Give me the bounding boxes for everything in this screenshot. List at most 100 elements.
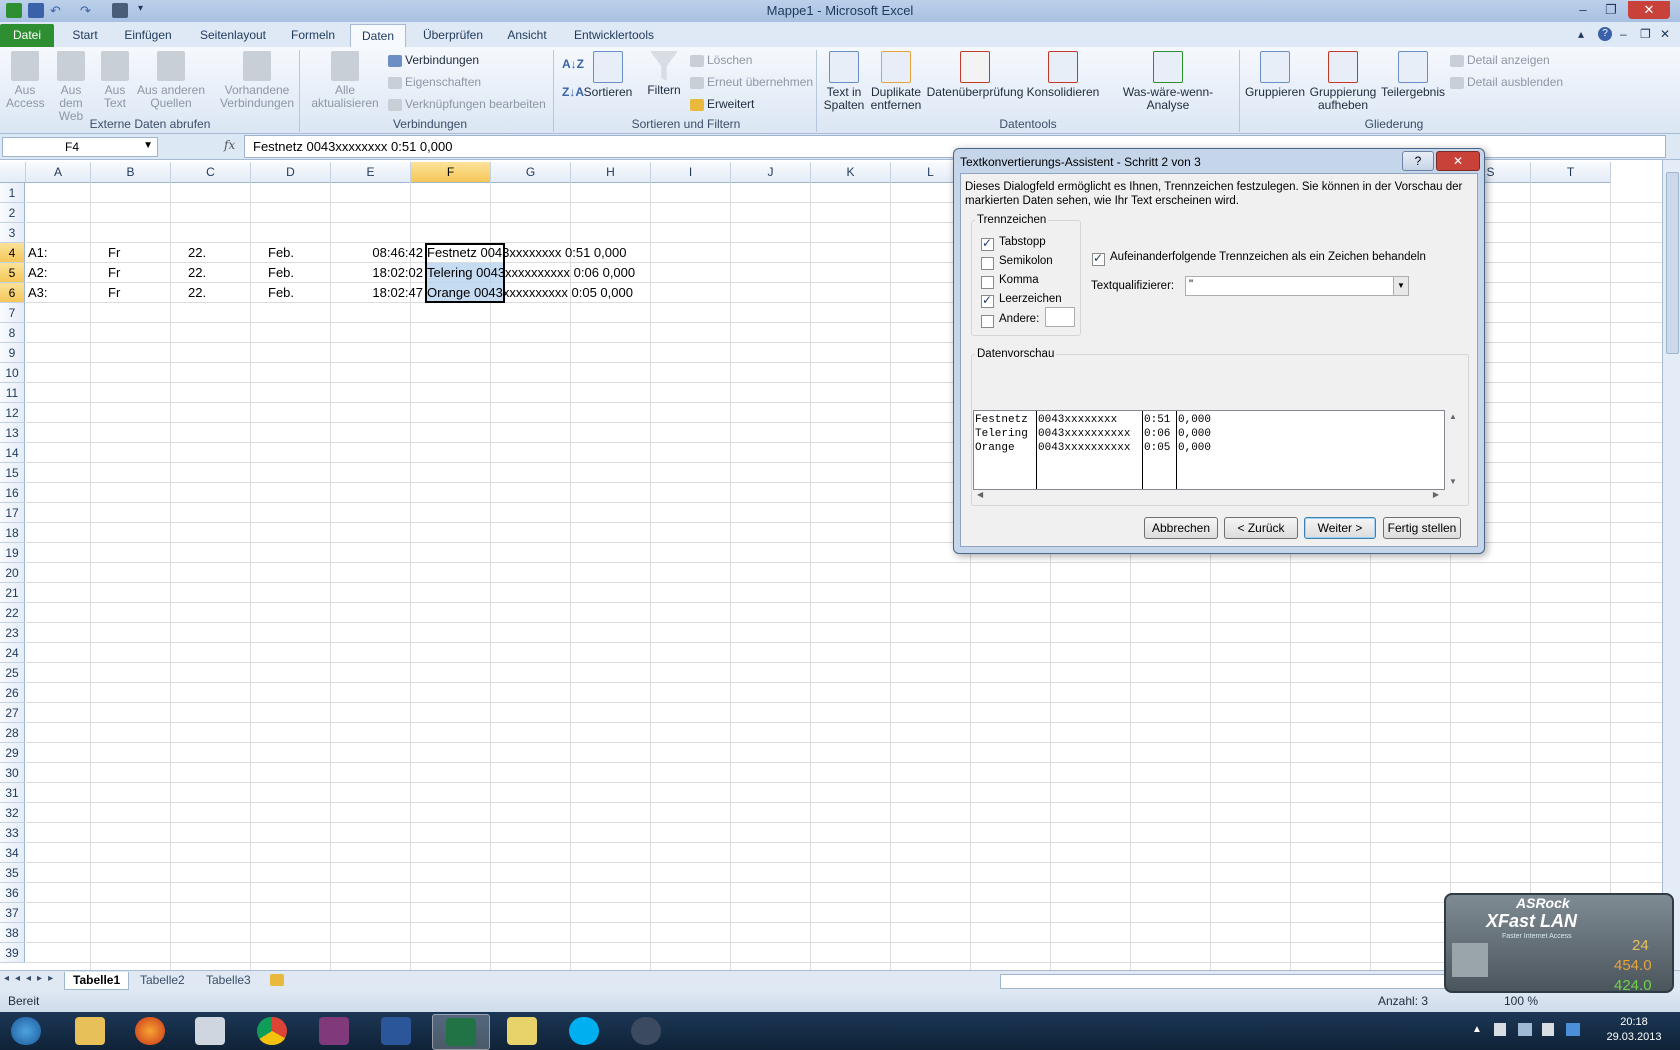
taskbar-calculator[interactable] — [182, 1014, 238, 1048]
row-header-18[interactable]: 18 — [0, 523, 25, 543]
semikolon-checkbox[interactable] — [981, 257, 994, 270]
cell-d4[interactable]: Feb. — [268, 243, 294, 263]
row-header-17[interactable]: 17 — [0, 503, 25, 523]
restore-button[interactable]: ❐ — [1598, 1, 1624, 19]
cell-b6[interactable]: Fr — [108, 283, 120, 303]
select-all-corner[interactable] — [0, 162, 26, 183]
leerzeichen-checkbox[interactable] — [981, 293, 994, 308]
tab-datei[interactable]: Datei — [0, 24, 54, 47]
vorhandene-verbindungen-button[interactable]: Vorhandene Verbindungen — [216, 51, 298, 110]
verknuepfungen-bearbeiten-button[interactable]: Verknüpfungen bearbeiten — [388, 95, 546, 113]
taskbar-word[interactable] — [368, 1014, 424, 1048]
help-icon[interactable]: ? — [1598, 27, 1612, 41]
column-header-f[interactable]: F — [411, 162, 491, 183]
workbook-restore-button[interactable]: ❐ — [1640, 27, 1651, 41]
tab-seitenlayout[interactable]: Seitenlayout — [194, 24, 272, 47]
row-header-24[interactable]: 24 — [0, 643, 25, 663]
row-header-8[interactable]: 8 — [0, 323, 25, 343]
tray-expand-icon[interactable]: ▲ — [1472, 1024, 1482, 1035]
row-header-6[interactable]: 6 — [0, 283, 25, 303]
row-header-1[interactable]: 1 — [0, 183, 25, 203]
erneut-uebernehmen-button[interactable]: Erneut übernehmen — [690, 73, 813, 91]
row-header-21[interactable]: 21 — [0, 583, 25, 603]
column-header-c[interactable]: C — [171, 162, 251, 183]
taskbar-steam[interactable] — [618, 1014, 674, 1048]
asrock-xfast-widget[interactable]: ASRock XFast LAN Faster Internet Access … — [1436, 885, 1680, 1005]
aus-anderen-quellen-button[interactable]: Aus anderen Quellen — [136, 51, 206, 110]
preview-vscroll[interactable]: ▲ ▼ — [1449, 410, 1461, 488]
cell-e5[interactable]: 18:02:02 — [346, 263, 423, 283]
tab-formeln[interactable]: Formeln — [286, 24, 340, 47]
minimize-button[interactable]: – — [1570, 1, 1596, 19]
row-header-30[interactable]: 30 — [0, 763, 25, 783]
column-header-i[interactable]: I — [651, 162, 731, 183]
cell-a6[interactable]: A3: — [28, 283, 48, 303]
row-header-3[interactable]: 3 — [0, 223, 25, 243]
taskbar-skype[interactable] — [556, 1014, 612, 1048]
detail-anzeigen-button[interactable]: Detail anzeigen — [1450, 51, 1550, 69]
datenueberpruefung-button[interactable]: Datenüberprüfung — [924, 51, 1026, 99]
preview-hscroll[interactable]: ◀ ▶ — [973, 490, 1443, 502]
detail-ausblenden-button[interactable]: Detail ausblenden — [1450, 73, 1563, 91]
row-header-23[interactable]: 23 — [0, 623, 25, 643]
loeschen-button[interactable]: Löschen — [690, 51, 752, 69]
cell-e6[interactable]: 18:02:47 — [346, 283, 423, 303]
filtern-button[interactable]: Filtern — [642, 51, 686, 97]
cell-f6[interactable]: Orange 0043xxxxxxxxxx 0:05 0,000 — [427, 283, 633, 303]
column-header-k[interactable]: K — [811, 162, 891, 183]
column-header-d[interactable]: D — [251, 162, 331, 183]
row-header-2[interactable]: 2 — [0, 203, 25, 223]
close-window-button[interactable]: ✕ — [1628, 1, 1670, 19]
taskbar-explorer[interactable] — [62, 1014, 118, 1048]
aus-web-button[interactable]: Aus dem Web — [48, 51, 94, 123]
fertig-stellen-button[interactable]: Fertig stellen — [1383, 517, 1461, 539]
cell-f5[interactable]: Telering 0043xxxxxxxxxx 0:06 0,000 — [427, 263, 635, 283]
column-header-a[interactable]: A — [26, 162, 91, 183]
verbindungen-button[interactable]: Verbindungen — [388, 51, 479, 69]
taskbar-onenote[interactable] — [306, 1014, 362, 1048]
sheet-nav-arrows[interactable]: ◂◂◂▸▸ — [4, 973, 59, 984]
cell-c5[interactable]: 22. — [188, 263, 206, 283]
taskbar-chrome[interactable] — [244, 1014, 300, 1048]
start-button[interactable] — [2, 1014, 50, 1048]
name-box[interactable]: F4 ▼ — [2, 137, 158, 157]
tab-ueberpruefen[interactable]: Überprüfen — [416, 24, 490, 47]
row-header-14[interactable]: 14 — [0, 443, 25, 463]
row-header-37[interactable]: 37 — [0, 903, 25, 923]
row-header-16[interactable]: 16 — [0, 483, 25, 503]
komma-checkbox[interactable] — [981, 276, 994, 289]
cell-b4[interactable]: Fr — [108, 243, 120, 263]
column-header-e[interactable]: E — [331, 162, 411, 183]
was-waere-wenn-button[interactable]: Was-wäre-wenn-Analyse — [1102, 51, 1234, 112]
erweitert-button[interactable]: Erweitert — [690, 95, 754, 113]
row-header-25[interactable]: 25 — [0, 663, 25, 683]
cell-b5[interactable]: Fr — [108, 263, 120, 283]
row-header-10[interactable]: 10 — [0, 363, 25, 383]
gruppieren-button[interactable]: Gruppieren — [1244, 51, 1306, 99]
cell-a4[interactable]: A1: — [28, 243, 48, 263]
row-header-27[interactable]: 27 — [0, 703, 25, 723]
row-header-31[interactable]: 31 — [0, 783, 25, 803]
tab-entwicklertools[interactable]: Entwicklertools — [566, 24, 662, 47]
tab-daten[interactable]: Daten — [350, 24, 406, 48]
tab-start[interactable]: Start — [64, 24, 106, 47]
row-header-20[interactable]: 20 — [0, 563, 25, 583]
row-header-11[interactable]: 11 — [0, 383, 25, 403]
flag-icon[interactable] — [1494, 1023, 1506, 1036]
row-header-35[interactable]: 35 — [0, 863, 25, 883]
workbook-minimize-button[interactable]: – — [1620, 27, 1627, 41]
taskbar-files[interactable] — [494, 1014, 550, 1048]
cell-e4[interactable]: 08:46:42 — [346, 243, 423, 263]
vertical-scrollbar[interactable] — [1662, 160, 1680, 970]
sheet-tab-tabelle3[interactable]: Tabelle3 — [198, 972, 259, 989]
sheet-tab-tabelle2[interactable]: Tabelle2 — [132, 972, 193, 989]
scrollbar-thumb[interactable] — [1666, 172, 1679, 354]
row-header-22[interactable]: 22 — [0, 603, 25, 623]
tab-einfuegen[interactable]: Einfügen — [116, 24, 180, 47]
clock[interactable]: 20:18 29.03.2013 — [1594, 1015, 1674, 1045]
gruppierung-aufheben-button[interactable]: Gruppierung aufheben — [1308, 51, 1378, 112]
volume-icon[interactable] — [1542, 1023, 1554, 1036]
row-header-7[interactable]: 7 — [0, 303, 25, 323]
eigenschaften-button[interactable]: Eigenschaften — [388, 73, 481, 91]
row-header-39[interactable]: 39 — [0, 943, 25, 963]
